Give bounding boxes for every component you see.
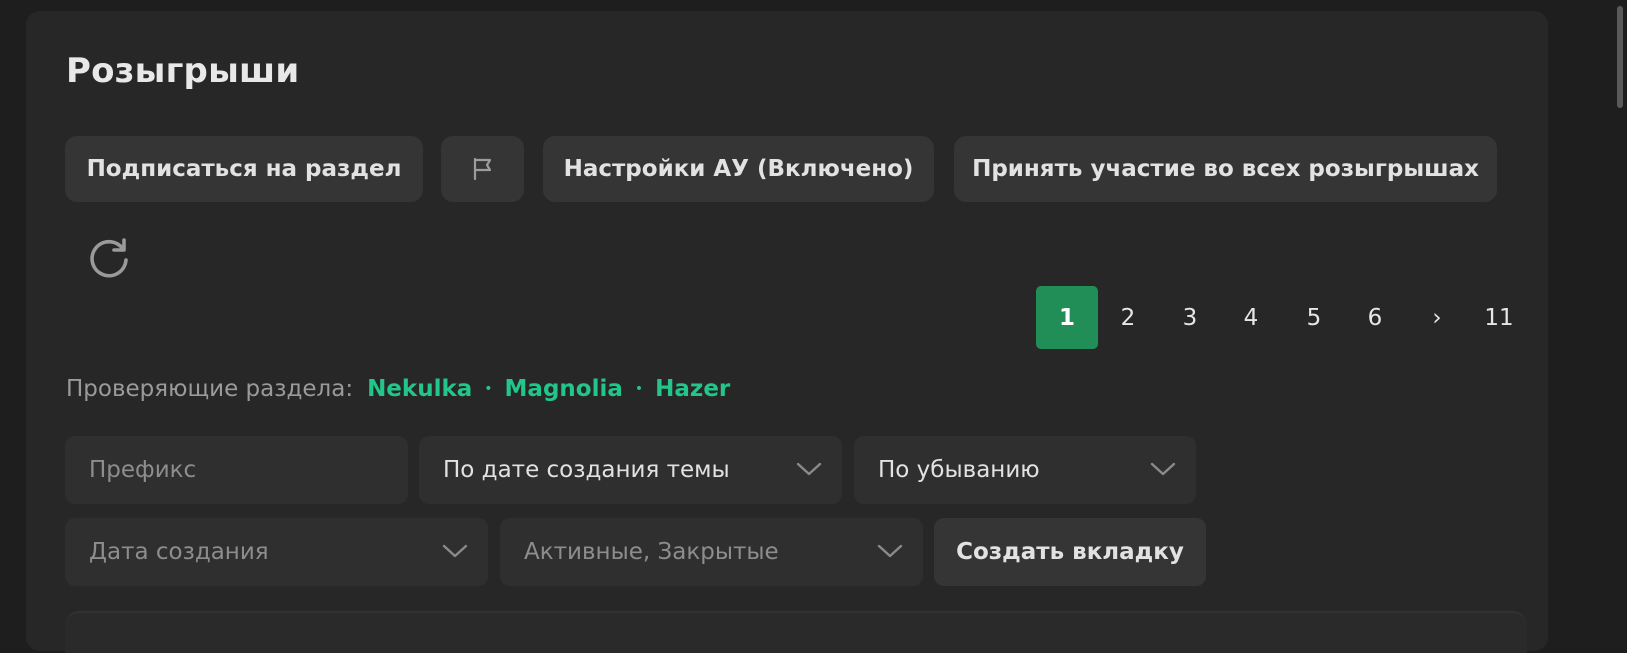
scrollbar-thumb[interactable] <box>1617 6 1623 108</box>
reviewer-link[interactable]: Magnolia <box>505 376 623 402</box>
chevron-down-icon <box>1150 462 1176 476</box>
separator-dot: • <box>484 381 493 397</box>
reviewers-label: Проверяющие раздела: <box>66 376 354 402</box>
page-link[interactable]: 4 <box>1220 286 1282 349</box>
page-scrollbar[interactable] <box>1612 0 1627 643</box>
refresh-icon <box>90 238 128 278</box>
reviewer-link[interactable]: Hazer <box>655 376 730 402</box>
chevron-down-icon <box>442 544 468 558</box>
sort-by-select[interactable]: По дате создания темы <box>419 436 842 504</box>
creation-date-select[interactable]: Дата создания <box>65 518 488 586</box>
giveaways-panel: Розыгрыши Подписаться на раздел Настройк… <box>26 11 1548 653</box>
auto-participation-settings-button[interactable]: Настройки АУ (Включено) <box>543 136 934 202</box>
flag-icon <box>473 157 491 181</box>
page-link[interactable]: 2 <box>1097 286 1159 349</box>
prefix-filter[interactable]: Префикс <box>65 436 408 504</box>
separator-dot: • <box>634 381 644 397</box>
page-link[interactable]: 5 <box>1283 286 1345 349</box>
flag-button[interactable] <box>441 136 524 202</box>
page-link[interactable]: 6 <box>1344 286 1406 349</box>
threads-list-container <box>65 611 1527 653</box>
sort-by-value: По дате создания темы <box>443 457 730 483</box>
prefix-placeholder: Префикс <box>89 457 197 483</box>
status-placeholder: Активные, Закрытые <box>524 539 779 565</box>
join-all-giveaways-button[interactable]: Принять участие во всех розыгрышах <box>954 136 1497 202</box>
page-link-last[interactable]: 11 <box>1468 286 1530 349</box>
subscribe-section-button[interactable]: Подписаться на раздел <box>65 136 423 202</box>
section-reviewers: Проверяющие раздела: Nekulka • Magnolia … <box>66 376 730 402</box>
creation-date-placeholder: Дата создания <box>89 539 269 565</box>
create-tab-button[interactable]: Создать вкладку <box>934 518 1206 586</box>
refresh-button[interactable] <box>84 233 134 283</box>
chevron-down-icon <box>796 462 822 476</box>
sort-order-select[interactable]: По убыванию <box>854 436 1196 504</box>
status-select[interactable]: Активные, Закрытые <box>500 518 923 586</box>
page-link-current[interactable]: 1 <box>1036 286 1098 349</box>
reviewer-link[interactable]: Nekulka <box>367 376 472 402</box>
next-page-button[interactable]: › <box>1406 286 1468 349</box>
page-title: Розыгрыши <box>66 51 300 91</box>
sort-order-value: По убыванию <box>878 457 1040 483</box>
page-link[interactable]: 3 <box>1159 286 1221 349</box>
chevron-down-icon <box>877 544 903 558</box>
